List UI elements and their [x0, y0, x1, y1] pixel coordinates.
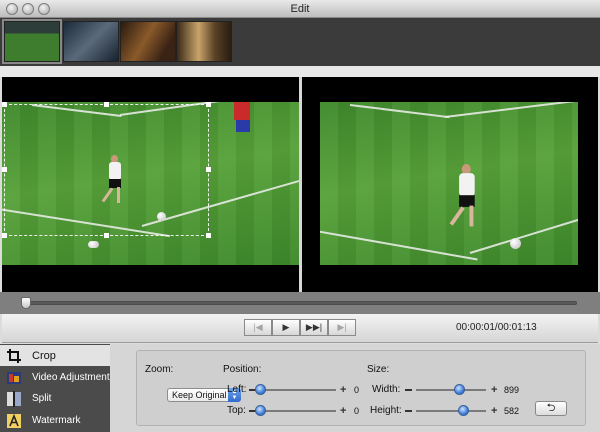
crop-handle[interactable]: [2, 233, 7, 238]
ball: [88, 241, 99, 248]
edit-sidebar: Crop Video Adjustment Split Watermark: [0, 344, 110, 432]
window-title: Edit: [290, 3, 310, 15]
sidebar-item-video-adjustment[interactable]: Video Adjustment: [0, 367, 110, 388]
crop-handle[interactable]: [206, 102, 211, 107]
left-label: Left:: [227, 384, 247, 395]
spacer: [0, 66, 600, 77]
slider-knob[interactable]: [255, 384, 266, 395]
sidebar-item-label: Split: [32, 393, 52, 404]
height-slider[interactable]: + 582: [405, 405, 535, 417]
fast-forward-button[interactable]: ▶▶|: [300, 319, 328, 336]
plus-icon: +: [340, 405, 347, 417]
height-value: 582: [504, 406, 520, 416]
clip-thumbnail-3[interactable]: [120, 21, 176, 62]
left-value: 0: [354, 385, 360, 395]
fast-forward-icon: ▶▶|: [305, 322, 323, 332]
sidebar-item-crop[interactable]: Crop: [0, 345, 110, 366]
clip-strip: [0, 18, 600, 66]
top-slider[interactable]: + 0: [249, 405, 369, 417]
sidebar-item-label: Video Adjustment: [32, 372, 110, 383]
play-button[interactable]: ▶: [272, 319, 300, 336]
original-preview: [2, 77, 299, 292]
crop-settings-panel: Zoom: Keep Original ▲ ▼ Position: Left: +…: [110, 344, 600, 432]
clip-thumbnail-4[interactable]: [176, 21, 232, 62]
adjustment-icon: [5, 370, 23, 386]
skip-back-button[interactable]: |◀: [244, 319, 272, 336]
reset-icon: ⮌: [546, 402, 556, 414]
split-icon: [5, 390, 23, 407]
pitch-line: [469, 211, 578, 254]
crop-settings-group: Zoom: Keep Original ▲ ▼ Position: Left: +…: [136, 350, 586, 426]
skip-back-icon: |◀: [253, 322, 263, 332]
output-video-frame: [320, 102, 578, 265]
slider-knob[interactable]: [255, 405, 266, 416]
plus-icon: +: [491, 384, 498, 396]
seek-bar-area: [0, 292, 600, 314]
crop-handle[interactable]: [2, 167, 7, 172]
output-preview: [302, 77, 598, 292]
plus-icon: +: [491, 405, 498, 417]
seek-track[interactable]: [22, 301, 577, 305]
slider-track: [416, 389, 486, 391]
transport-bar: |◀ ▶ ▶▶| ▶| 00:00:01/00:01:13: [2, 314, 598, 343]
sidebar-item-label: Crop: [32, 349, 56, 362]
crop-selection-box[interactable]: [2, 102, 211, 238]
height-label: Height:: [370, 405, 402, 416]
size-label: Size:: [367, 364, 390, 375]
crop-handle[interactable]: [206, 233, 211, 238]
sidebar-item-watermark[interactable]: Watermark: [0, 410, 110, 431]
zoom-label: Zoom:: [145, 364, 174, 375]
crop-handle[interactable]: [104, 102, 109, 107]
crop-handle[interactable]: [2, 102, 7, 107]
ball: [510, 238, 521, 249]
width-value: 899: [504, 385, 520, 395]
crop-handle[interactable]: [104, 233, 109, 238]
pitch-line: [320, 229, 478, 261]
width-slider[interactable]: + 899: [405, 384, 535, 396]
sidebar-item-split[interactable]: Split: [0, 388, 110, 409]
top-label: Top:: [227, 405, 246, 416]
slider-track: [260, 410, 336, 412]
clip-thumbnail-2[interactable]: [63, 21, 119, 62]
title-bar: Edit: [0, 0, 600, 18]
slider-track: [416, 410, 486, 412]
skip-forward-button[interactable]: ▶|: [328, 319, 356, 336]
reset-button[interactable]: ⮌: [535, 401, 567, 416]
slider-knob[interactable]: [457, 405, 469, 416]
crop-handle[interactable]: [206, 167, 211, 172]
left-slider[interactable]: + 0: [249, 384, 369, 396]
slider-knob[interactable]: [454, 384, 466, 395]
watermark-icon: [5, 413, 23, 429]
crop-icon: [5, 348, 23, 364]
pitch-line: [349, 104, 450, 119]
time-display: 00:00:01/00:01:13: [456, 322, 537, 333]
pitch-line: [444, 102, 578, 118]
minus-icon: [405, 410, 412, 412]
play-icon: ▶: [282, 322, 290, 332]
seek-handle[interactable]: [21, 297, 31, 309]
skip-forward-icon: ▶|: [337, 322, 347, 332]
width-label: Width:: [372, 384, 401, 395]
sidebar-item-label: Watermark: [32, 415, 81, 426]
top-value: 0: [354, 406, 360, 416]
clip-thumbnail-1[interactable]: [2, 19, 62, 64]
position-label: Position:: [223, 364, 262, 375]
minus-icon: [405, 389, 412, 391]
plus-icon: +: [340, 384, 347, 396]
zoom-select-value: Keep Original: [172, 390, 227, 400]
slider-track: [260, 389, 336, 391]
